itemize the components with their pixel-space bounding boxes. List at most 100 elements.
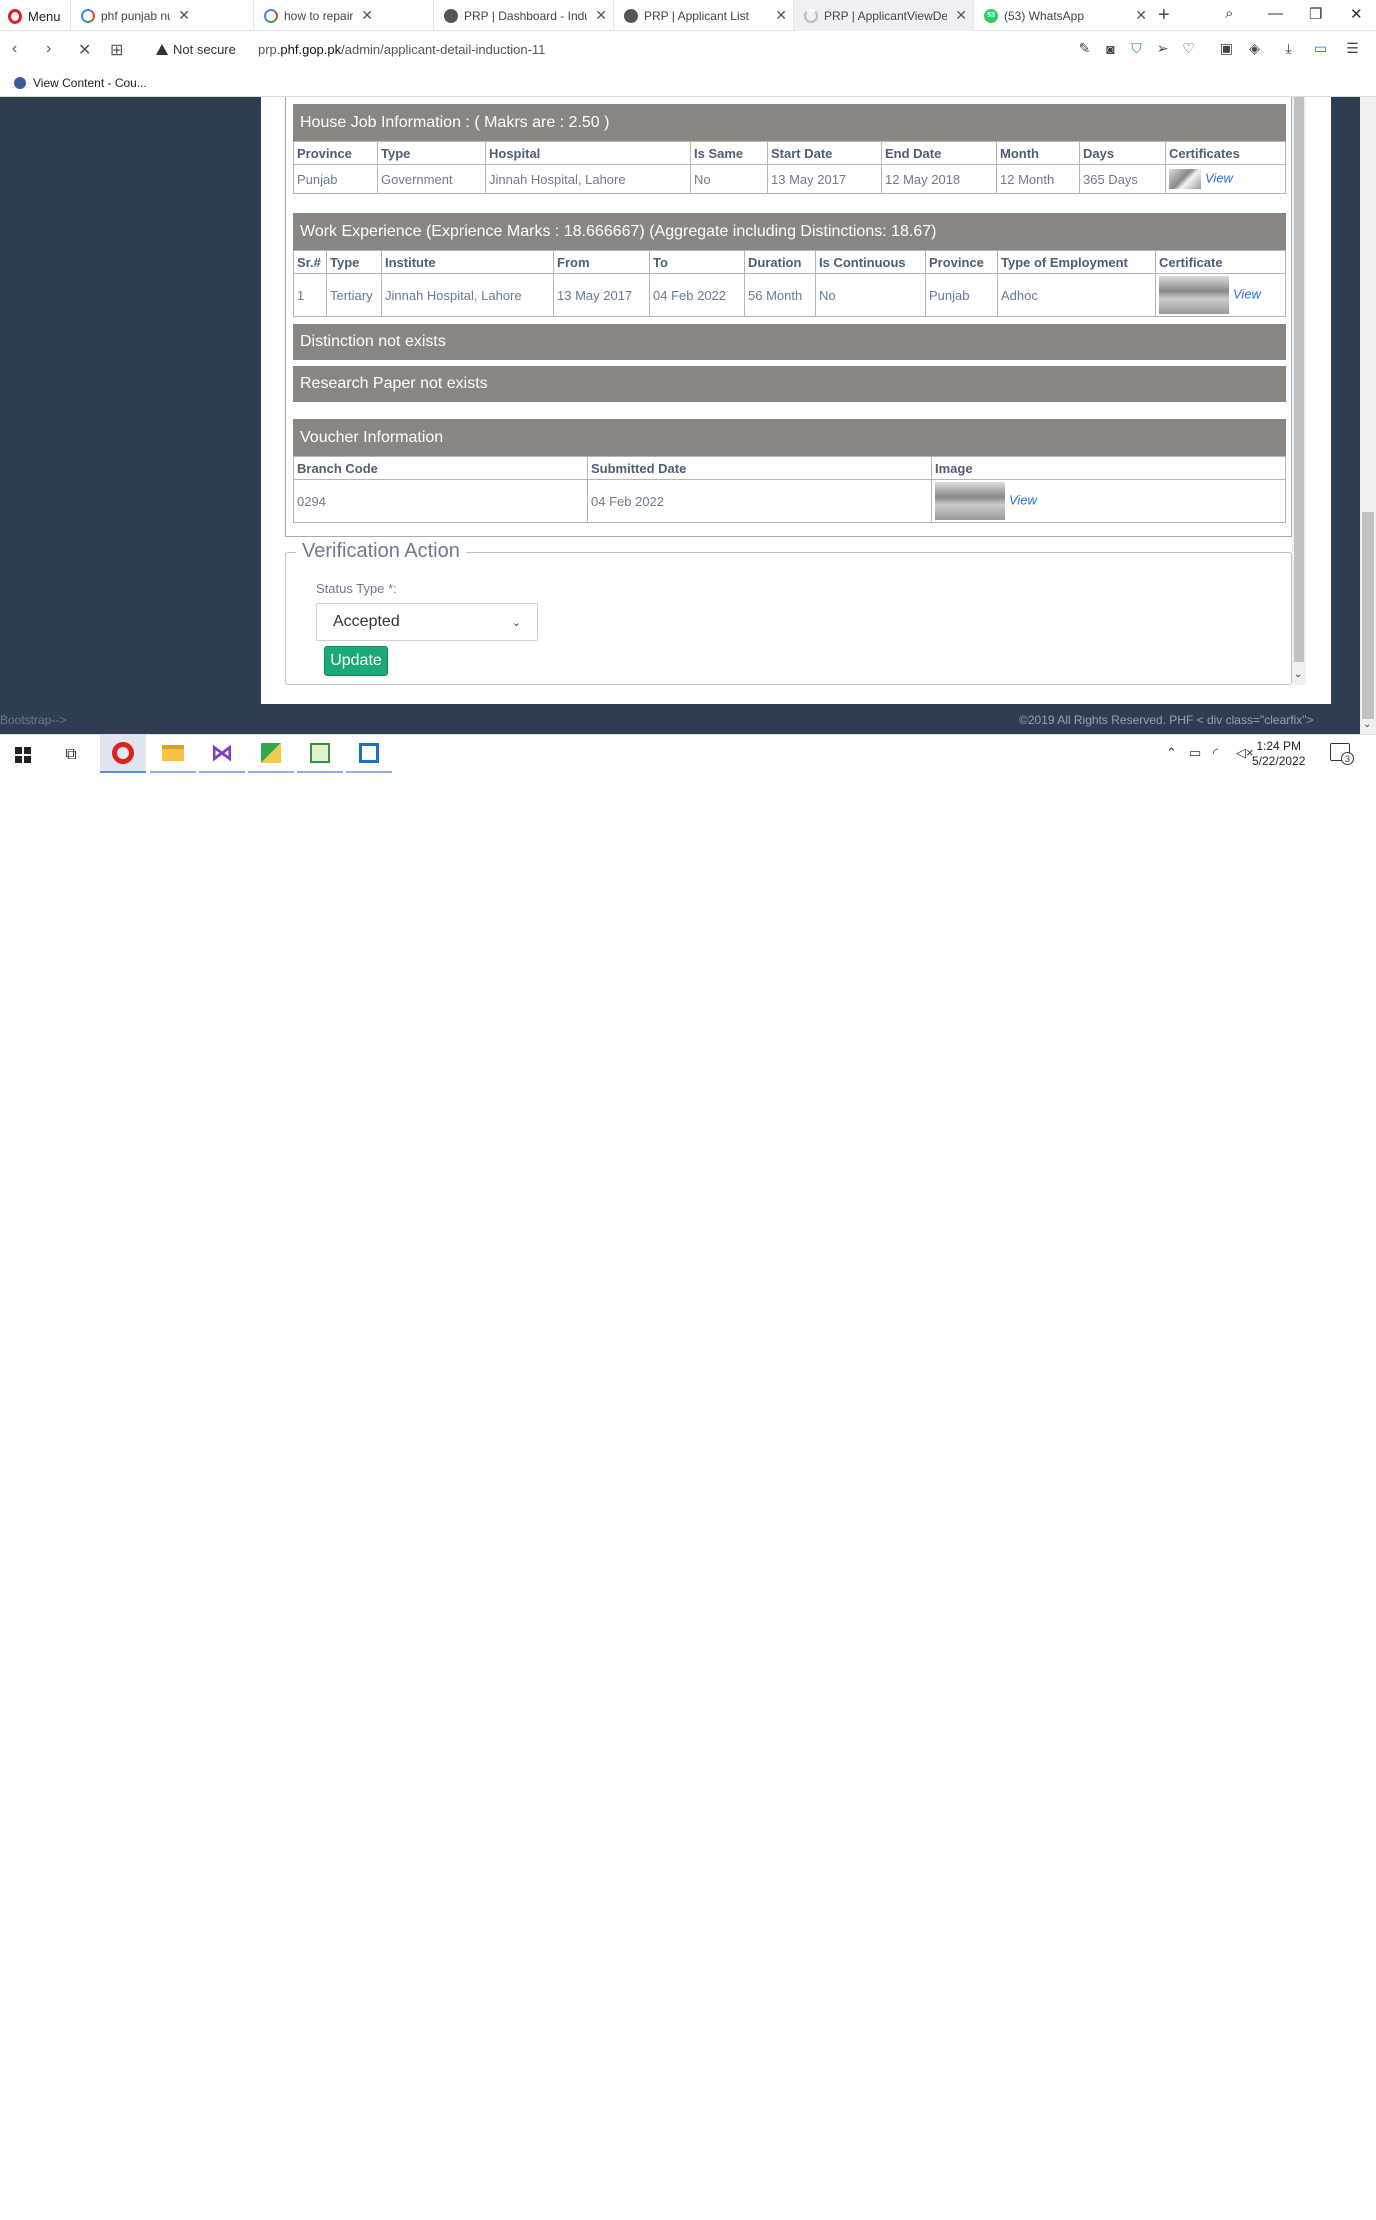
camera-icon[interactable]: ◙ <box>1102 40 1119 57</box>
easy-setup-icon[interactable]: ☰ <box>1344 40 1361 57</box>
cube-icon[interactable]: ◈ <box>1246 40 1263 57</box>
page-viewport: House Job Information : ( Makrs are : 2.… <box>0 97 1376 734</box>
whatsapp-icon: 53 <box>984 8 998 23</box>
cell-start-date: 13 May 2017 <box>767 164 882 194</box>
close-tab-icon[interactable]: ✕ <box>178 7 190 24</box>
cell-image: View <box>931 479 1286 523</box>
browser-tab-bar: Menu phf punjab nursing adm ✕ how to rep… <box>0 0 1376 31</box>
battery-saver-icon[interactable]: ▭ <box>1312 40 1329 57</box>
chevron-down-icon: ⌄ <box>511 616 521 629</box>
scrollbar-thumb[interactable] <box>1362 512 1374 719</box>
main-content: House Job Information : ( Makrs are : 2.… <box>261 97 1331 704</box>
url-field[interactable]: prp.phf.gop.pk/admin/applicant-detail-in… <box>258 42 545 57</box>
new-tab-icon[interactable]: + <box>1158 4 1170 27</box>
cell-to: 04 Feb 2022 <box>649 273 745 317</box>
view-certificate-link[interactable]: View <box>1205 170 1233 185</box>
status-type-label: Status Type *: <box>316 581 397 596</box>
content-scrollbar[interactable]: ⌄ <box>1292 97 1306 685</box>
tab-title: PRP | Dashboard - Indu <box>464 8 588 23</box>
download-icon[interactable]: ⤓ <box>1280 40 1297 57</box>
certificate-thumbnail[interactable] <box>1169 169 1201 189</box>
view-certificate-link[interactable]: View <box>1233 286 1261 301</box>
close-tab-icon[interactable]: ✕ <box>775 7 787 24</box>
screen: Menu phf punjab nursing adm ✕ how to rep… <box>0 0 1376 773</box>
tab-whatsapp[interactable]: 53 (53) WhatsApp ✕ <box>973 0 1153 31</box>
notepad-icon <box>310 743 330 763</box>
table-header-row: Province Type Hospital Is Same Start Dat… <box>293 141 1286 165</box>
system-clock[interactable]: 1:24 PM 5/22/2022 <box>1252 739 1305 769</box>
google-icon <box>81 8 95 23</box>
view-voucher-link[interactable]: View <box>1009 492 1037 507</box>
task-view-button[interactable]: ⧉ <box>48 735 94 773</box>
scroll-down-icon[interactable]: ⌄ <box>1363 719 1371 730</box>
close-tab-icon[interactable]: ✕ <box>955 7 967 24</box>
column-header: Branch Code <box>293 456 588 480</box>
section-title: House Job Information : ( Makrs are : 2.… <box>293 104 1286 141</box>
wifi-icon[interactable]: ◜ <box>1213 745 1218 761</box>
bookmark-item[interactable]: View Content - Cou... <box>14 76 147 90</box>
back-icon[interactable]: ‹ <box>12 40 17 58</box>
certificate-thumbnail[interactable] <box>1159 276 1229 314</box>
page-scrollbar[interactable]: ⌄ <box>1360 97 1376 734</box>
cell-is-continuous: No <box>815 273 926 317</box>
tab-applicant-view[interactable]: PRP | ApplicantViewDe ✕ <box>793 0 973 31</box>
table-row: Punjab Government Jinnah Hospital, Lahor… <box>293 164 1286 194</box>
tab-applicant-list[interactable]: PRP | Applicant List ✕ <box>613 0 793 31</box>
distinction-banner: Distinction not exists <box>293 324 1286 360</box>
snapshot-icon[interactable]: ▣ <box>1218 40 1235 57</box>
forward-icon[interactable]: › <box>46 40 51 58</box>
visual-studio-icon: ⋈ <box>211 740 233 765</box>
taskbar-visual-studio[interactable]: ⋈ <box>199 735 245 773</box>
heart-icon[interactable]: ♡ <box>1180 40 1197 57</box>
opera-menu-button[interactable]: Menu <box>8 6 61 26</box>
close-tab-icon[interactable]: ✕ <box>1135 7 1147 24</box>
clock-time: 1:24 PM <box>1256 739 1302 753</box>
send-icon[interactable]: ➢ <box>1154 40 1171 57</box>
edit-icon[interactable]: ✎ <box>1076 40 1093 57</box>
taskbar-app-green[interactable] <box>248 735 294 773</box>
start-button[interactable] <box>0 735 46 773</box>
status-type-select[interactable]: Accepted ⌄ <box>316 603 538 641</box>
taskbar-notepad[interactable] <box>297 735 343 773</box>
search-tabs-icon[interactable]: ⌕ <box>1225 5 1233 22</box>
taskbar-opera[interactable] <box>100 735 146 773</box>
tab-dashboard[interactable]: PRP | Dashboard - Indu ✕ <box>433 0 613 31</box>
column-header: To <box>649 250 745 274</box>
scroll-down-icon[interactable]: ⌄ <box>1294 669 1302 680</box>
update-button[interactable]: Update <box>324 646 388 676</box>
column-header: Duration <box>744 250 816 274</box>
close-tab-icon[interactable]: ✕ <box>595 7 607 24</box>
vpn-shield-icon[interactable]: ⛉ <box>1128 40 1145 57</box>
security-indicator[interactable]: Not secure <box>156 42 236 57</box>
volume-muted-icon[interactable]: ◁× <box>1236 745 1254 761</box>
battery-icon[interactable]: ▭ <box>1189 745 1201 761</box>
speed-dial-icon[interactable]: ⊞ <box>110 40 123 60</box>
column-header: Month <box>996 141 1080 165</box>
work-experience-section: Work Experience (Exprience Marks : 18.66… <box>293 213 1286 317</box>
scrollbar-thumb[interactable] <box>1294 97 1304 662</box>
show-hidden-icons-icon[interactable]: ⌃ <box>1166 745 1177 761</box>
tab-edmx-search[interactable]: how to repair edmx mo ✕ <box>253 0 379 31</box>
restore-icon[interactable]: ❐ <box>1309 5 1322 23</box>
house-job-section: House Job Information : ( Makrs are : 2.… <box>293 104 1286 194</box>
globe-icon <box>444 8 458 23</box>
cell-hospital: Jinnah Hospital, Lahore <box>485 164 691 194</box>
tab-phf-search[interactable]: phf punjab nursing adm ✕ <box>70 0 196 31</box>
loading-icon <box>804 8 818 23</box>
url-host-prefix: prp. <box>258 42 281 57</box>
voucher-thumbnail[interactable] <box>935 482 1005 520</box>
taskbar-app-blue[interactable] <box>346 735 392 773</box>
column-header: Province <box>925 250 998 274</box>
close-tab-icon[interactable]: ✕ <box>361 7 373 24</box>
close-window-icon[interactable]: ✕ <box>1350 5 1363 23</box>
tab-title: how to repair edmx mo <box>284 8 354 23</box>
cell-type: Tertiary <box>326 273 382 317</box>
footer-code-text: < div class="clearfix"> <box>1196 713 1314 727</box>
minimize-icon[interactable]: — <box>1268 5 1283 22</box>
bookmarks-bar: View Content - Cou... <box>0 69 1376 97</box>
column-header: Submitted Date <box>587 456 932 480</box>
table-header-row: Sr.# Type Institute From To Duration Is … <box>293 250 1286 274</box>
column-header: Certificates <box>1165 141 1286 165</box>
stop-loading-icon[interactable]: ✕ <box>78 40 91 60</box>
taskbar-file-explorer[interactable] <box>150 735 196 773</box>
